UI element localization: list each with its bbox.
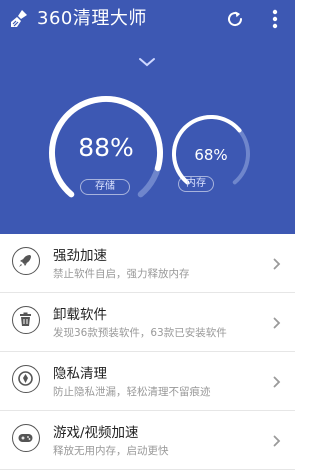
- chevron-right-icon: [273, 317, 281, 329]
- chevron-right-icon: [273, 435, 281, 447]
- refresh-icon[interactable]: [225, 9, 245, 29]
- trash-icon: [20, 312, 31, 326]
- storage-percent: 88%: [78, 133, 134, 162]
- item-subtitle: 防止隐私泄漏，轻松清理不留痕迹: [53, 386, 211, 398]
- list-item-game-boost[interactable]: 游戏/视频加速 释放无用内存，启动更快: [0, 411, 295, 470]
- item-subtitle: 释放无用内存，启动更快: [53, 445, 169, 457]
- list-item-uninstall[interactable]: 卸载软件 发现36款预装软件，63款已安装软件: [0, 293, 295, 352]
- feature-list: 强劲加速 禁止软件自启，强力释放内存 卸载软件 发现36款预装软件，63款已安装…: [0, 234, 295, 470]
- memory-gauge[interactable]: 68% 内存: [170, 112, 252, 194]
- item-subtitle: 发现36款预装软件，63款已安装软件: [53, 327, 227, 339]
- item-title: 强劲加速: [53, 248, 107, 264]
- item-title: 游戏/视频加速: [53, 425, 139, 441]
- rocket-icon: [19, 255, 31, 267]
- chevron-down-icon[interactable]: [137, 56, 157, 68]
- chevron-right-icon: [273, 376, 281, 388]
- privacy-icon: [18, 371, 33, 386]
- dashboard-panel: 360清理大师 88% 存储 68% 内存: [0, 0, 295, 234]
- more-vertical-icon[interactable]: [267, 8, 283, 30]
- storage-gauge[interactable]: 88% 存储: [45, 95, 167, 205]
- item-title: 隐私清理: [53, 366, 107, 382]
- app-header: 360清理大师: [0, 0, 295, 40]
- app-title: 360清理大师: [37, 8, 147, 29]
- list-item-boost[interactable]: 强劲加速 禁止软件自启，强力释放内存: [0, 234, 295, 293]
- memory-label: 内存: [178, 176, 214, 192]
- item-title: 卸载软件: [53, 307, 107, 323]
- item-subtitle: 禁止软件自启，强力释放内存: [53, 268, 190, 280]
- gamepad-icon: [18, 434, 33, 442]
- list-item-privacy[interactable]: 隐私清理 防止隐私泄漏，轻松清理不留痕迹: [0, 352, 295, 411]
- broom-icon: [11, 10, 27, 27]
- storage-label: 存储: [80, 179, 130, 195]
- memory-percent: 68%: [194, 146, 228, 164]
- chevron-right-icon: [273, 258, 281, 270]
